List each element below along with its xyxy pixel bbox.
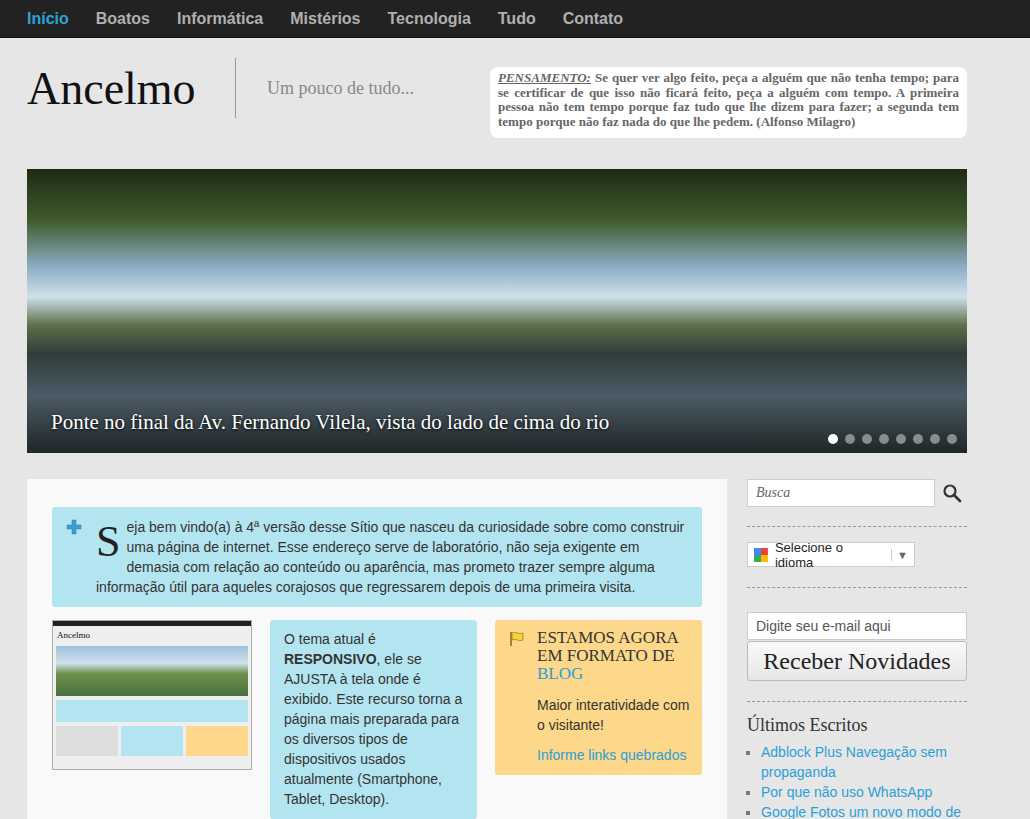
search-section <box>747 479 967 527</box>
responsive-card: O tema atual é RESPONSIVO, ele se AJUSTA… <box>270 620 477 819</box>
slider-dots <box>828 434 957 444</box>
site-thumbnail: Ancelmo <box>52 620 252 770</box>
recent-item[interactable]: Google Fotos um novo modo de <box>761 802 967 819</box>
thought-label: PENSAMENTO: <box>498 70 591 85</box>
thumb-logo: Ancelmo <box>53 626 251 646</box>
slider-dot[interactable] <box>828 434 838 444</box>
tagline: Um pouco de tudo... <box>267 78 414 99</box>
newsletter-section: Receber Novidades <box>747 588 967 702</box>
slider-dot[interactable] <box>862 434 872 444</box>
language-select[interactable]: Selecione o idioma▼ <box>747 542 915 567</box>
nav-item[interactable]: Boatos <box>96 10 150 28</box>
plus-icon <box>66 519 82 535</box>
slider-dot[interactable] <box>913 434 923 444</box>
image-slider[interactable]: Ponte no final da Av. Fernando Vilela, v… <box>27 169 967 453</box>
blog-title: ESTAMOS AGORA EM FORMATO DE BLOG <box>537 629 690 683</box>
site-logo[interactable]: Ancelmo <box>27 62 235 115</box>
broken-links-link[interactable]: Informe links quebrados <box>537 745 690 765</box>
divider <box>235 58 236 118</box>
blog-text: Maior interatividade com o visitante! <box>537 695 690 735</box>
slider-dot[interactable] <box>947 434 957 444</box>
thumb-nav <box>53 621 251 626</box>
google-icon <box>754 548 768 562</box>
recent-section: Últimos Escritos Adblock Plus Navegação s… <box>747 702 967 819</box>
drop-cap: S <box>96 523 120 561</box>
content: Seja bem vindo(a) à 4ª versão desse Síti… <box>27 479 727 819</box>
nav-item[interactable]: Contato <box>563 10 623 28</box>
nav-item[interactable]: Informática <box>177 10 263 28</box>
slider-dot[interactable] <box>845 434 855 444</box>
nav-item[interactable]: Tecnologia <box>388 10 471 28</box>
thumb-row <box>56 726 248 756</box>
recent-title: Últimos Escritos <box>747 715 967 736</box>
search-input[interactable] <box>747 479 935 507</box>
flag-icon <box>509 631 525 647</box>
thought-box: PENSAMENTO: Se quer ver algo feito, peça… <box>490 67 967 138</box>
slide-caption: Ponte no final da Av. Fernando Vilela, v… <box>51 410 609 435</box>
recent-item[interactable]: Por que não uso WhatsApp <box>761 782 967 802</box>
thumb-row <box>56 700 248 722</box>
cards: Ancelmo O tema atual é RESPONSIVO, ele se… <box>52 620 702 819</box>
thumb-box <box>186 726 248 756</box>
thumb-box <box>56 726 118 756</box>
welcome-box: Seja bem vindo(a) à 4ª versão desse Síti… <box>52 507 702 607</box>
recent-list: Adblock Plus Navegação sem propagandaPor… <box>747 742 967 819</box>
nav-item[interactable]: Mistérios <box>290 10 360 28</box>
search-icon[interactable] <box>942 483 962 503</box>
top-nav: Início Boatos Informática Mistérios Tecnolog… <box>0 0 1030 38</box>
sidebar: Selecione o idioma▼ Receber Novidades Últi… <box>747 479 967 819</box>
thumb-box <box>121 726 183 756</box>
header: Ancelmo Um pouco de tudo... PENSAMENTO: Se… <box>27 38 967 169</box>
thumb-box <box>56 700 248 722</box>
main: Seja bem vindo(a) à 4ª versão desse Síti… <box>27 479 967 819</box>
recent-item[interactable]: Adblock Plus Navegação sem propaganda <box>761 742 967 782</box>
email-input[interactable] <box>747 612 967 640</box>
slider-dot[interactable] <box>930 434 940 444</box>
welcome-text: Seja bem vindo(a) à 4ª versão desse Síti… <box>96 517 686 597</box>
thumb-photo <box>56 646 248 696</box>
translate-section: Selecione o idioma▼ <box>747 527 967 588</box>
slider-dot[interactable] <box>879 434 889 444</box>
brand: Ancelmo Um pouco de tudo... <box>27 58 490 118</box>
blog-card: ESTAMOS AGORA EM FORMATO DE BLOG Maior in… <box>495 620 702 775</box>
nav-item[interactable]: Tudo <box>498 10 536 28</box>
subscribe-button[interactable]: Receber Novidades <box>747 641 967 681</box>
nav-item[interactable]: Início <box>27 10 69 28</box>
page: Ancelmo Um pouco de tudo... PENSAMENTO: Se… <box>0 38 967 819</box>
slider-dot[interactable] <box>896 434 906 444</box>
